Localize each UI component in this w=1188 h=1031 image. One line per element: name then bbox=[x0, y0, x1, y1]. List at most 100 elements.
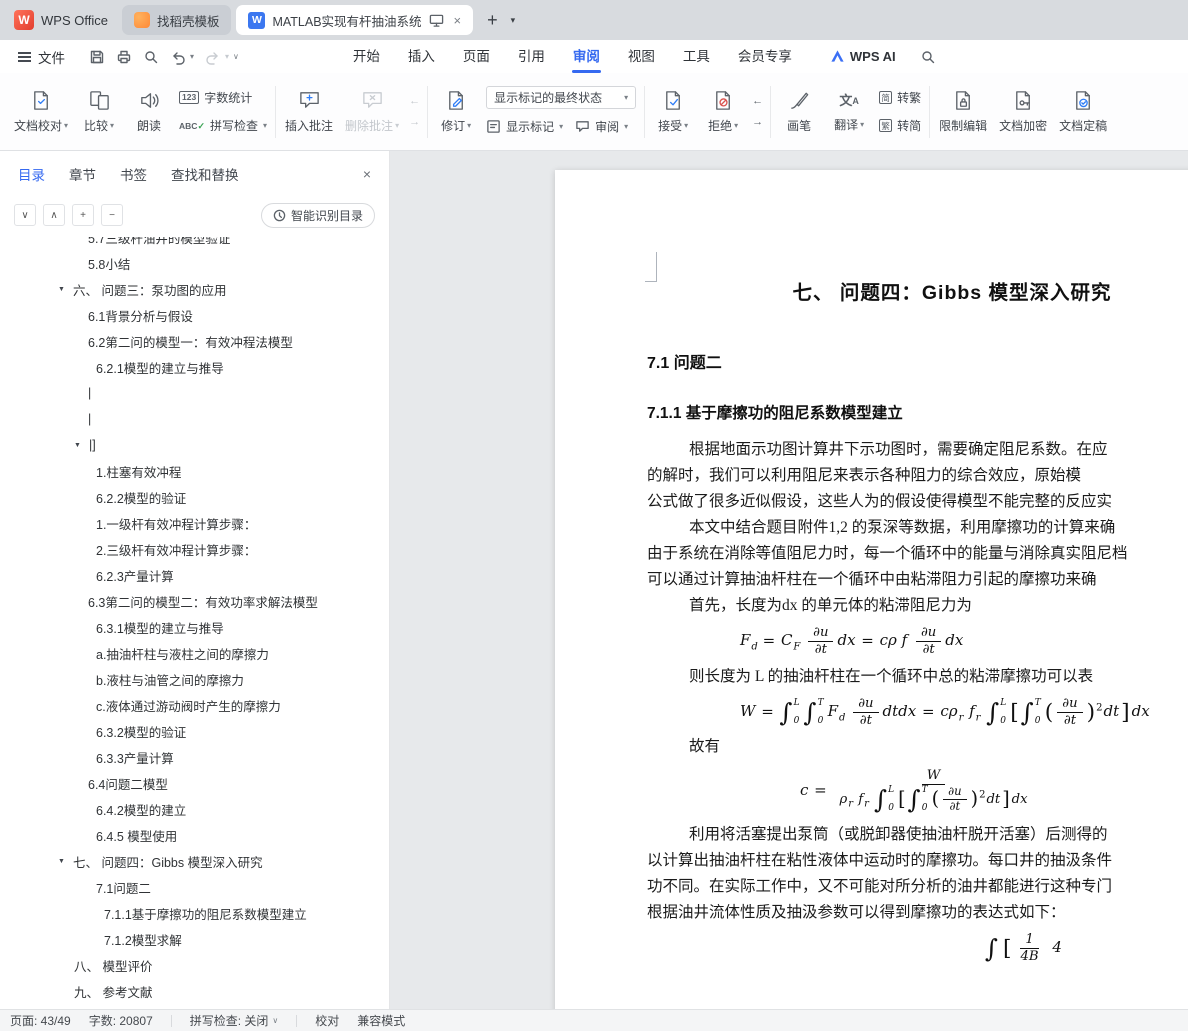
toc-item[interactable]: 八、 模型评价 bbox=[0, 952, 389, 978]
print-icon[interactable] bbox=[116, 49, 132, 65]
toc-item[interactable]: 6.3.2模型的验证 bbox=[0, 718, 389, 744]
panel-tab-目录[interactable]: 目录 bbox=[18, 164, 45, 184]
accept-revision-button[interactable]: 接受 ▾ bbox=[648, 80, 698, 144]
zoom-in-button[interactable]: + bbox=[72, 204, 94, 226]
undo-icon[interactable] bbox=[170, 49, 186, 65]
document-canvas[interactable]: 七、 问题四：Gibbs 模型深入研究 7.1 问题二 7.1.1 基于摩擦功的阻尼… bbox=[390, 151, 1188, 1009]
expand-arrow-icon[interactable]: ▼ bbox=[74, 442, 89, 449]
toc-item-label: 6.3.2模型的验证 bbox=[96, 725, 187, 740]
toc-item[interactable]: ▼ 六、 问题三：泵功图的应用 bbox=[0, 276, 389, 302]
toc-item[interactable]: b.液柱与油管之间的摩擦力 bbox=[0, 666, 389, 692]
previous-revision-icon[interactable]: ← bbox=[752, 95, 763, 107]
toc-item[interactable]: 5.7三级杆油井的模型验证 bbox=[0, 237, 389, 250]
toc-item-label: 2.三级杆有效冲程计算步骤： bbox=[96, 543, 257, 558]
zoom-out-button[interactable]: − bbox=[101, 204, 123, 226]
markup-state-select[interactable]: 显示标记的最终状态 ▾ bbox=[486, 86, 637, 109]
word-count-status[interactable]: 字数: 20807 bbox=[89, 1012, 153, 1029]
encrypt-document-button[interactable]: 文档加密 bbox=[993, 80, 1053, 144]
toc-item[interactable]: | bbox=[0, 406, 389, 432]
insert-comment-button[interactable]: 插入批注 bbox=[279, 80, 339, 144]
spellcheck-status[interactable]: 拼写检查: 关闭 ∨ bbox=[190, 1012, 279, 1029]
doc-proofread-button[interactable]: 文档校对 ▾ bbox=[8, 80, 74, 144]
expand-arrow-icon[interactable]: ▼ bbox=[58, 286, 73, 293]
toc-item-label: 5.8小结 bbox=[88, 257, 131, 272]
toc-item[interactable]: 6.2第二问的模型一：有效冲程法模型 bbox=[0, 328, 389, 354]
toolbar-more-icon[interactable]: ∨ bbox=[233, 52, 239, 61]
new-tab-button[interactable]: + bbox=[478, 10, 507, 31]
toc-item[interactable]: 7.1问题二 bbox=[0, 874, 389, 900]
toc-item[interactable]: 6.2.3产量计算 bbox=[0, 562, 389, 588]
menu-tab-视图[interactable]: 视图 bbox=[614, 40, 669, 73]
toc-item[interactable]: | bbox=[0, 380, 389, 406]
file-menu[interactable]: 文件 bbox=[12, 47, 71, 67]
close-sidebar-icon[interactable]: × bbox=[363, 166, 371, 182]
menu-tab-插入[interactable]: 插入 bbox=[394, 40, 449, 73]
finalize-document-button[interactable]: 文档定稿 bbox=[1053, 80, 1113, 144]
toc-item[interactable]: 1.一级杆有效冲程计算步骤： bbox=[0, 510, 389, 536]
panel-tab-查找和替换[interactable]: 查找和替换 bbox=[171, 164, 239, 184]
next-revision-icon[interactable]: → bbox=[752, 116, 763, 128]
menu-tab-页面[interactable]: 页面 bbox=[449, 40, 504, 73]
toc-item[interactable]: 2.三级杆有效冲程计算步骤： bbox=[0, 536, 389, 562]
track-changes-button[interactable]: 修订 ▾ bbox=[431, 80, 481, 144]
menu-tab-引用[interactable]: 引用 bbox=[504, 40, 559, 73]
save-icon[interactable] bbox=[89, 49, 105, 65]
compare-button[interactable]: 比较 ▾ bbox=[74, 80, 124, 144]
toc-item[interactable]: 6.4.5 模型使用 bbox=[0, 822, 389, 848]
wps-ai-button[interactable]: WPS AI bbox=[830, 49, 896, 64]
show-markup-button[interactable]: 显示标记 ▾ bbox=[486, 116, 563, 137]
tab-docer-template[interactable]: 找稻壳模板 bbox=[121, 5, 232, 35]
menu-tab-开始[interactable]: 开始 bbox=[339, 40, 394, 73]
toc-item[interactable]: c.液体通过游动阀时产生的摩擦力 bbox=[0, 692, 389, 718]
toc-item[interactable]: ▼ |] bbox=[0, 432, 389, 458]
document-title: 七、 问题四：Gibbs 模型深入研究 bbox=[792, 282, 1112, 304]
spell-check-button[interactable]: ABC✓ 拼写检查 ▾ bbox=[179, 115, 267, 136]
toc-item[interactable]: a.抽油杆柱与液柱之间的摩擦力 bbox=[0, 640, 389, 666]
panel-tab-章节[interactable]: 章节 bbox=[69, 164, 96, 184]
toc-item[interactable]: 5.8小结 bbox=[0, 250, 389, 276]
print-preview-icon[interactable] bbox=[143, 49, 159, 65]
word-count-button[interactable]: 123 字数统计 bbox=[179, 87, 267, 108]
simplified-to-traditional-button[interactable]: 简 转繁 bbox=[879, 87, 921, 108]
toc-item[interactable]: 6.4.2模型的建立 bbox=[0, 796, 389, 822]
toc-item[interactable]: 6.2.1模型的建立与推导 bbox=[0, 354, 389, 380]
panel-tab-书签[interactable]: 书签 bbox=[120, 164, 147, 184]
toc-item[interactable]: 6.4问题二模型 bbox=[0, 770, 389, 796]
proofread-status[interactable]: 校对 bbox=[315, 1012, 339, 1029]
menu-tab-审阅[interactable]: 审阅 bbox=[559, 40, 614, 73]
read-aloud-button[interactable]: 朗读 bbox=[124, 80, 174, 144]
tab-list-dropdown-icon[interactable]: ▾ bbox=[507, 15, 520, 26]
review-button[interactable]: 审阅 ▾ bbox=[575, 116, 628, 137]
wps-logo: W bbox=[14, 10, 34, 30]
pen-button[interactable]: 画笔 bbox=[774, 80, 824, 144]
toc-item[interactable]: 6.3.1模型的建立与推导 bbox=[0, 614, 389, 640]
toc-item[interactable]: 6.3第二问的模型二：有效功率求解法模型 bbox=[0, 588, 389, 614]
undo-dropdown-icon[interactable]: ▾ bbox=[190, 52, 194, 61]
traditional-to-simplified-button[interactable]: 繁 转简 bbox=[879, 115, 921, 136]
menu-tab-会员专享[interactable]: 会员专享 bbox=[724, 40, 806, 73]
expand-all-button[interactable]: ∧ bbox=[43, 204, 65, 226]
toc-item[interactable]: 九、 参考文献 bbox=[0, 978, 389, 1004]
translate-button[interactable]: 文A 翻译 ▾ bbox=[824, 80, 874, 144]
menu-tab-工具[interactable]: 工具 bbox=[669, 40, 724, 73]
text-line: 可以通过计算抽油杆柱在一个循环中由粘滞阻力引起的摩擦功来确 bbox=[647, 571, 1097, 588]
toc-item[interactable]: 6.3.3产量计算 bbox=[0, 744, 389, 770]
monitor-icon[interactable] bbox=[429, 13, 444, 28]
close-tab-icon[interactable]: × bbox=[453, 13, 461, 28]
toc-item[interactable]: ▼ 七、 问题四：Gibbs 模型深入研究 bbox=[0, 848, 389, 874]
wps-office-button[interactable]: W WPS Office bbox=[6, 0, 122, 40]
reject-revision-button[interactable]: 拒绝 ▾ bbox=[698, 80, 748, 144]
toc-item[interactable]: 7.1.2模型求解 bbox=[0, 926, 389, 952]
tab-document[interactable]: W MATLAB实现有杆抽油系统的 × bbox=[236, 5, 474, 35]
collapse-all-button[interactable]: ∨ bbox=[14, 204, 36, 226]
expand-arrow-icon[interactable]: ▼ bbox=[58, 858, 73, 865]
smart-toc-button[interactable]: 智能识别目录 bbox=[260, 202, 375, 228]
restrict-editing-button[interactable]: 限制编辑 bbox=[933, 80, 993, 144]
toc-item[interactable]: 7.1.1基于摩擦功的阻尼系数模型建立 bbox=[0, 900, 389, 926]
redo-dropdown-icon: ▾ bbox=[225, 52, 230, 61]
toc-item[interactable]: 1.柱塞有效冲程 bbox=[0, 458, 389, 484]
toc-item-label: 6.2.3产量计算 bbox=[96, 569, 174, 584]
search-icon[interactable] bbox=[920, 49, 936, 65]
toc-item[interactable]: 6.1背景分析与假设 bbox=[0, 302, 389, 328]
toc-item[interactable]: 6.2.2模型的验证 bbox=[0, 484, 389, 510]
